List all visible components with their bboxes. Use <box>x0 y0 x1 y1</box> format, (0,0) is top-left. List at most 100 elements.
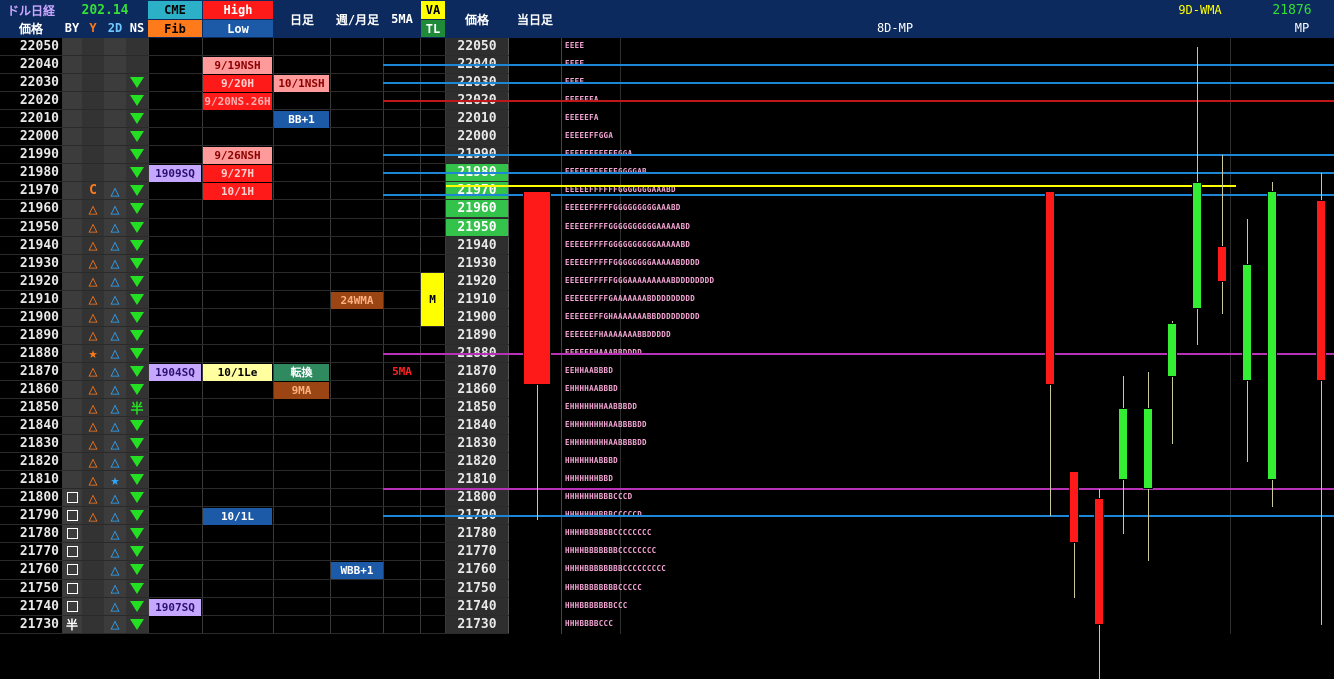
high-low-cell: 9/26NSH <box>203 147 272 165</box>
down-triangle-icon <box>126 543 148 560</box>
title-label: ドル日経 <box>6 3 55 18</box>
up-triangle-icon: △ <box>88 218 98 236</box>
price-cell-right: 22050 <box>457 39 497 54</box>
market-profile-row: HHHBBBBBBBCCC <box>565 600 628 610</box>
price-cell: 21910 <box>19 291 59 307</box>
green-candle <box>1192 182 1202 309</box>
up-triangle-icon: △ <box>88 399 98 416</box>
market-profile-row: EEEEEFFFFFGGGGGGGGAAAAABDDDD <box>565 257 700 267</box>
price-cell: 21970 <box>19 183 59 199</box>
down-triangle-icon <box>126 381 148 398</box>
row-divider <box>0 470 509 472</box>
up-triangle-icon: △ <box>88 290 98 308</box>
price-cell-right: 21860 <box>457 381 497 397</box>
price-cell-right: 21800 <box>457 490 497 506</box>
level-line <box>383 100 1334 103</box>
up-triangle-icon: △ <box>110 380 120 398</box>
high-low-cell: 10/1Le <box>203 363 272 381</box>
down-triangle-icon <box>126 128 148 145</box>
price-cell: 22010 <box>19 111 59 127</box>
price-cell-right: 21850 <box>457 400 497 415</box>
up-triangle-icon: △ <box>110 435 120 453</box>
market-profile-row: EEEEEEFHAAAAAAABBDDDDD <box>565 329 671 339</box>
price-cell: 21870 <box>19 363 59 379</box>
price-cell-right: 21920 <box>457 273 497 289</box>
red-candle <box>1094 498 1104 625</box>
price-cell: 21770 <box>19 544 59 560</box>
price-cell-right: 21810 <box>457 472 497 488</box>
up-triangle-icon: △ <box>88 362 98 380</box>
daily-cell: 転換 <box>274 363 329 381</box>
price-cell: 21920 <box>19 273 59 289</box>
price-cell: 22050 <box>19 39 59 54</box>
down-triangle-icon <box>126 255 148 272</box>
up-triangle-icon: △ <box>110 561 120 579</box>
price-cell: 21890 <box>19 327 59 343</box>
up-triangle-icon: △ <box>110 200 120 218</box>
down-triangle-icon <box>126 273 148 290</box>
price-cell: 21740 <box>19 598 59 614</box>
down-triangle-icon <box>126 146 148 163</box>
price-cell-right: 21740 <box>457 598 497 614</box>
market-profile-row: EHHHHHHHHAABBBBDD <box>565 420 647 430</box>
down-triangle-icon <box>126 237 148 254</box>
box-icon <box>62 598 82 615</box>
daily-cell: BB+1 <box>274 111 329 129</box>
price-cell: 21900 <box>19 309 59 325</box>
price-ladder: 2205022050EEEE220409/19NSH22040EEEE22030… <box>0 38 1334 679</box>
va-header: VA <box>421 1 445 19</box>
up-triangle-icon: △ <box>110 525 120 543</box>
up-triangle-icon: △ <box>110 597 120 615</box>
row-divider <box>0 416 509 418</box>
price-cell: 21980 <box>19 165 59 181</box>
row-divider <box>0 361 509 363</box>
ns-header: NS <box>129 21 145 35</box>
wma-header: 9D-WMA <box>1178 3 1222 17</box>
price-cell: 21860 <box>19 381 59 397</box>
up-triangle-icon: △ <box>110 272 120 290</box>
box-icon <box>62 580 82 597</box>
up-triangle-icon: △ <box>110 218 120 236</box>
market-profile-row: EEEEEFFFFFGGGGGGGGGAAABD <box>565 203 681 213</box>
tl-header: TL <box>421 20 445 37</box>
price-cell-right: 21910 <box>457 291 497 307</box>
market-profile-row: EEEE <box>565 41 585 50</box>
star-icon: ★ <box>88 344 98 362</box>
up-triangle-icon: △ <box>110 579 120 597</box>
market-profile-row: EHHHHAABBBD <box>565 383 618 393</box>
market-profile-row: EHHHHHHHAABBBDD <box>565 402 638 411</box>
price-header: 価格 <box>18 21 43 36</box>
market-profile-row: EEEEEEFFGHAAAAAAABBDDDDDDDDD <box>565 311 700 321</box>
daily-cell: 10/1NSH <box>274 75 329 93</box>
row-divider <box>0 434 509 436</box>
level-line <box>383 154 1334 157</box>
down-triangle-icon <box>126 291 148 308</box>
down-triangle-icon <box>126 200 148 217</box>
price-cell: 22020 <box>19 93 59 109</box>
price-cell: 21730 <box>19 616 59 632</box>
mp-value: 21876 <box>1272 2 1312 18</box>
price-cell: 21750 <box>19 580 59 596</box>
down-triangle-icon <box>126 110 148 127</box>
cme-cell: 1909SQ <box>149 165 201 183</box>
red-candle <box>1045 191 1055 385</box>
weekly-header: 週/月足 <box>335 12 380 27</box>
up-triangle-icon: △ <box>110 453 120 471</box>
today-header: 当日足 <box>516 12 553 27</box>
mp8d-header: 8D-MP <box>876 21 914 35</box>
price-cell: 21880 <box>19 345 59 361</box>
market-profile-row: EEEEEFFFFGGGGGGGGGGAAAAABD <box>565 239 691 249</box>
daily-cell: 9MA <box>274 381 329 399</box>
high-low-cell: 9/20NS.26H <box>203 93 272 111</box>
price-cell-right: 21770 <box>457 544 497 560</box>
green-candle <box>1242 263 1252 381</box>
down-triangle-icon <box>126 616 148 633</box>
down-triangle-icon <box>126 182 148 199</box>
red-candle <box>1217 245 1227 282</box>
price-cell-right: 21750 <box>457 580 497 596</box>
down-triangle-icon <box>126 435 148 452</box>
high-header: High <box>203 1 273 19</box>
market-profile-row: HHHHHHHBBD <box>565 474 614 484</box>
high-low-cell: 9/27H <box>203 165 272 183</box>
price-cell-right: 21950 <box>446 218 508 236</box>
